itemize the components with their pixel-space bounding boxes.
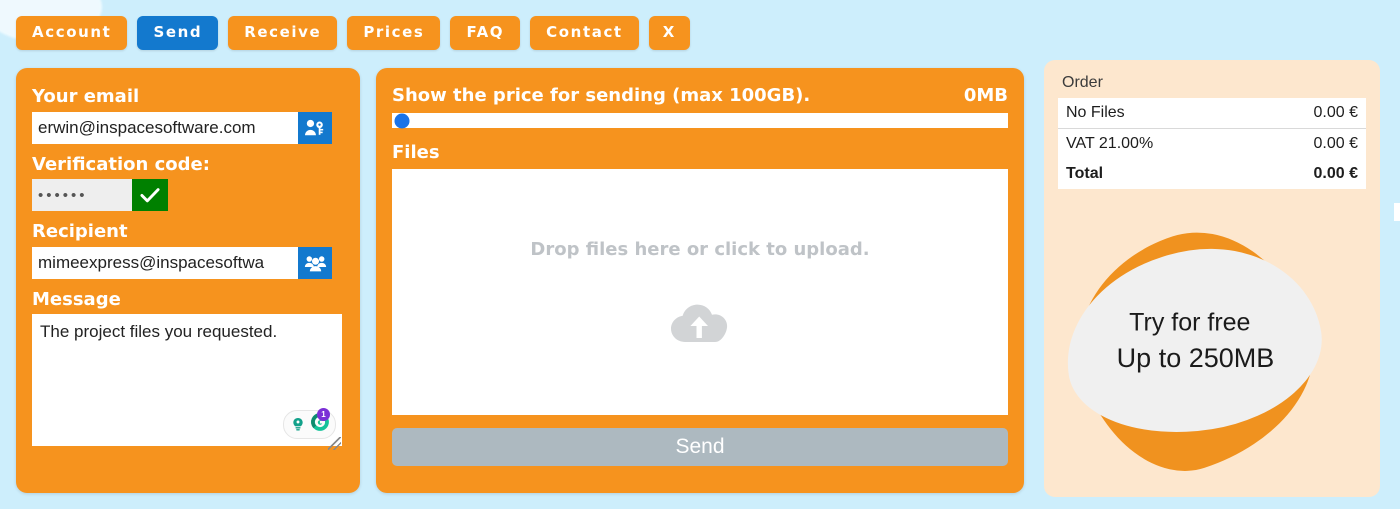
files-label: Files [392,142,440,163]
size-slider-thumb[interactable] [394,113,410,128]
order-row-amount: 0.00 € [1313,165,1358,182]
main-navigation: Account Send Receive Prices FAQ Contact … [16,16,690,50]
order-title: Order [1062,74,1103,91]
size-slider[interactable] [392,113,1008,128]
verification-code-row [32,179,344,212]
order-row-files: No Files 0.00 € [1058,98,1366,129]
upload-panel: Show the price for sending (max 100GB). … [376,68,1024,493]
message-label: Message [32,288,121,310]
lightbulb-icon [293,417,303,431]
nav-item-send[interactable]: Send [137,16,219,50]
nav-item-receive[interactable]: Receive [228,16,338,50]
sender-form-panel: Your email Verification code: Recipient [16,68,360,493]
order-row-label: Total [1066,165,1104,182]
order-table: No Files 0.00 € VAT 21.00% 0.00 € Total … [1058,98,1366,189]
user-key-button[interactable] [298,111,332,144]
email-input[interactable] [32,111,298,144]
price-header: Show the price for sending (max 100GB). … [392,85,1008,106]
order-row-amount: 0.00 € [1252,98,1366,129]
file-dropzone[interactable]: Drop files here or click to upload. [392,169,1008,415]
order-row-total: Total 0.00 € [1058,159,1366,189]
verify-code-button[interactable] [132,179,168,212]
recipient-input[interactable] [32,246,298,279]
order-row-amount: 0.00 € [1313,135,1358,152]
verification-code-input[interactable] [32,179,132,212]
dropzone-icon-wrap [666,294,734,351]
send-button[interactable]: Send [392,428,1008,466]
promo-line-2: Up to 250MB [1116,342,1275,373]
textarea-resize-handle[interactable] [328,437,341,451]
email-label: Your email [32,86,140,107]
scrollbar-sliver[interactable] [1394,203,1400,221]
check-icon [140,188,160,203]
price-label: Show the price for sending (max 100GB). [392,85,811,106]
grammarly-widget[interactable]: 1 [283,408,336,440]
contacts-icon [304,256,326,272]
grammarly-logo-wrap: 1 [310,408,330,437]
promo-line-1: Try for free [1129,308,1251,337]
order-row-label: VAT 21.00% [1066,135,1154,152]
size-value: 0MB [963,85,1008,106]
nav-item-close[interactable]: X [648,16,690,50]
order-row-label: No Files [1058,98,1253,129]
verification-code-label: Verification code: [32,153,210,175]
recipient-label: Recipient [32,221,128,243]
promo-badge: Try for free Up to 250MB [1050,205,1362,495]
nav-item-prices[interactable]: Prices [347,16,441,50]
promo-blob-gray: Try for free Up to 250MB [1052,232,1334,450]
cloud-upload-icon [671,304,728,342]
contacts-button[interactable] [298,246,332,279]
nav-item-contact[interactable]: Contact [530,16,639,50]
nav-item-faq[interactable]: FAQ [450,16,521,50]
message-wrapper: The project files you requested. 1 [32,314,342,451]
nav-item-account[interactable]: Account [16,16,128,50]
user-key-icon [305,119,324,135]
order-summary-panel: Order No Files 0.00 € VAT 21.00% 0.00 € … [1044,60,1380,497]
email-row [32,111,344,144]
order-row-vat: VAT 21.00% 0.00 € [1058,129,1366,160]
recipient-row [32,246,344,279]
dropzone-text: Drop files here or click to upload. [530,239,870,260]
